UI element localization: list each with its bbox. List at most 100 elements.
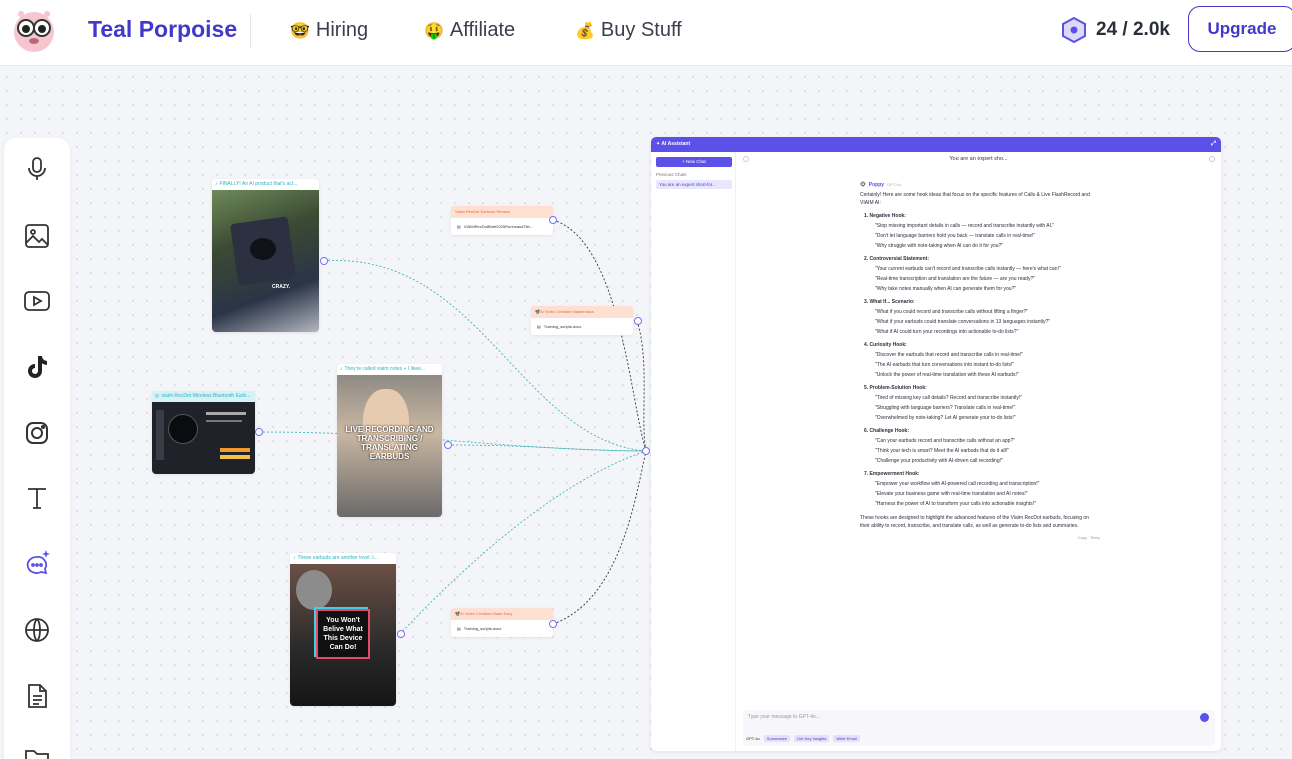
connection-handle[interactable] (320, 257, 328, 265)
hook-item: "Struggling with language barriers? Tran… (875, 405, 1016, 411)
folder-icon[interactable] (22, 742, 52, 759)
document-node[interactable]: 📽️AI Video Creation Masterclass ▤ Trainin… (531, 306, 633, 335)
chip-write-email[interactable]: Write Email (833, 735, 860, 742)
retry-button[interactable]: Retry (1090, 535, 1100, 540)
document-file-name: VIAIMRecDotBrief2025RurinsandTikt... (463, 224, 533, 229)
hook-items: "Empower your workflow with AI-powered c… (860, 480, 1100, 508)
credits-counter[interactable]: 24 / 2.0k (1062, 17, 1170, 43)
hook-items: "Your current earbuds can't record and t… (860, 265, 1100, 293)
connection-handle[interactable] (444, 441, 452, 449)
document-node[interactable]: Viaim RecDot Earbuds Review ▤ VIAIMRecDot… (451, 206, 553, 235)
image-icon[interactable] (22, 221, 52, 251)
response-intro: Certainly! Here are some hook ideas that… (860, 192, 1090, 206)
new-chat-button[interactable]: + New Chat (656, 157, 732, 167)
bot-name: Poppy (868, 182, 885, 188)
upgrade-button[interactable]: Upgrade (1188, 6, 1292, 52)
document-node[interactable]: 📽️AI Video Creation Made Easy ▤ Training_… (451, 608, 553, 637)
connection-handle[interactable] (397, 630, 405, 638)
buy-now-bar (220, 455, 250, 459)
hook-heading: 5. Problem-Solution Hook: (864, 385, 927, 391)
hook-items: "What if you could record and transcribe… (860, 308, 1100, 336)
document-node-title: 📽️AI Video Creation Masterclass (531, 306, 633, 318)
hook-item: "What if your earbuds could translate co… (875, 319, 1051, 325)
hook-item: "What if you could record and transcribe… (875, 309, 1029, 315)
video-caption: LIVE RECORDING AND TRANSCRIBING / TRANSL… (345, 425, 434, 461)
ai-chat-icon[interactable] (22, 548, 52, 578)
money-face-icon: 🤑 (424, 22, 444, 40)
thumbnail-strip (156, 410, 164, 460)
copy-button[interactable]: Copy (1078, 535, 1087, 540)
message-input[interactable]: Type your message to GPT-4o... (748, 714, 820, 720)
edge-doc1-ai (552, 219, 647, 452)
connection-handle[interactable] (634, 317, 642, 325)
tiktok-icon[interactable] (22, 352, 52, 382)
connection-handle[interactable] (549, 216, 557, 224)
video-icon[interactable] (22, 286, 52, 316)
text-icon[interactable] (22, 483, 52, 513)
hook-item: "Challenge your productivity with AI-dri… (875, 458, 1003, 464)
hook-item: "Overwhelmed by note-taking? Let AI gene… (875, 415, 1016, 421)
ai-input-handle[interactable] (642, 447, 650, 455)
hook-item: "What if AI could turn your recordings i… (875, 329, 1019, 335)
hook-item: "Empower your workflow with AI-powered c… (875, 481, 1040, 487)
video-node[interactable]: ♪ FINALLY! An AI product that's act... CR… (212, 179, 319, 332)
hook-item: "The AI earbuds that turn conversations … (875, 362, 1015, 368)
earbuds-case (296, 570, 332, 610)
nav-buy-stuff[interactable]: 💰 Buy Stuff (575, 19, 682, 42)
send-icon[interactable] (1200, 713, 1209, 722)
video-node[interactable]: ♪ These earbuds are another level. I... Y… (290, 553, 396, 706)
chip-summarize[interactable]: Summarize (763, 735, 791, 742)
hook-item: "Don't let language barriers hold you ba… (875, 233, 1036, 239)
edge-doc2-ai (636, 320, 647, 452)
ai-assistant-panel: ✦ AI Assistant ⤢ + New Chat Previous Cha… (651, 137, 1221, 751)
chat-sidebar: + New Chat Previous Chats You are an exp… (651, 152, 736, 751)
nav-hiring[interactable]: 🤓 Hiring (290, 19, 368, 42)
hook-item: "Think your tech is smart? Meet the AI e… (875, 448, 1009, 454)
hook-item: "Can your earbuds record and transcribe … (875, 438, 1016, 444)
model-select[interactable]: GPT-4o (746, 736, 760, 741)
globe-icon[interactable] (22, 615, 52, 645)
hook-heading: 6. Challenge Hook: (864, 428, 910, 434)
document-file-name: Training_scripts.docx (543, 324, 582, 329)
chat-settings-icon[interactable] (1209, 156, 1215, 162)
hook-item: "Unlock the power of real-time translati… (875, 372, 1019, 378)
hook-items: "Can your earbuds record and transcribe … (860, 437, 1100, 465)
tiktok-icon: ♪ (340, 366, 343, 372)
hook-item: "Discover the earbuds that record and tr… (875, 352, 1024, 358)
hook-heading: 4. Curiosity Hook: (864, 342, 907, 348)
video-node-title: FINALLY! An AI product that's act... (219, 181, 298, 187)
hook-item: "Harness the power of AI to transform yo… (875, 501, 1036, 507)
brand-name[interactable]: Teal Porpoise (88, 16, 237, 43)
video-node[interactable]: ♪ They're called viaim notes + I likee...… (337, 364, 442, 517)
web-page-thumbnail (152, 402, 255, 474)
microphone-icon[interactable] (22, 154, 52, 184)
previous-chat-item[interactable]: You are an expert short-for... (656, 180, 732, 189)
connection-handle[interactable] (255, 428, 263, 436)
video-thumbnail: LIVE RECORDING AND TRANSCRIBING / TRANSL… (337, 375, 442, 517)
hook-item: "Elevate your business game with real-ti… (875, 491, 1028, 497)
document-node-title: 📽️AI Video Creation Made Easy (451, 608, 553, 620)
porpoise-logo-icon[interactable] (11, 8, 57, 54)
nav-affiliate-label: Affiliate (449, 19, 516, 41)
video-node-title: These earbuds are another level. I... (297, 555, 378, 561)
chip-key-insights[interactable]: Get Key Insights (794, 735, 830, 742)
hook-heading: 1. Negative Hook: (864, 213, 906, 219)
hook-items: "Stop missing important details in calls… (860, 222, 1100, 250)
document-icon[interactable] (22, 681, 52, 711)
message-composer[interactable]: Type your message to GPT-4o... GPT-4o Su… (743, 710, 1215, 746)
expand-icon[interactable]: ⤢ (1211, 137, 1216, 152)
hook-heading: 7. Empowerment Hook: (864, 471, 920, 477)
listing-text (206, 412, 246, 415)
video-node[interactable]: ◎ viaim RecDot Wireless Bluetooth Earb... (152, 391, 255, 474)
connection-handle[interactable] (549, 620, 557, 628)
ai-chat-icon: ✦ (656, 141, 661, 147)
hook-item: "Why take notes manually when AI can gen… (875, 286, 1017, 292)
video-caption: CRAZY. (272, 284, 291, 290)
nav-affiliate[interactable]: 🤑 Affiliate (424, 19, 515, 42)
sidebar-toggle-icon[interactable] (743, 156, 749, 162)
instagram-icon[interactable] (22, 418, 52, 448)
nav-hiring-label: Hiring (315, 19, 369, 41)
add-to-cart-bar (220, 448, 250, 452)
globe-icon: ◎ (155, 393, 160, 399)
top-header: Teal Porpoise 🤓 Hiring 🤑 Affiliate 💰 Buy… (0, 0, 1292, 66)
